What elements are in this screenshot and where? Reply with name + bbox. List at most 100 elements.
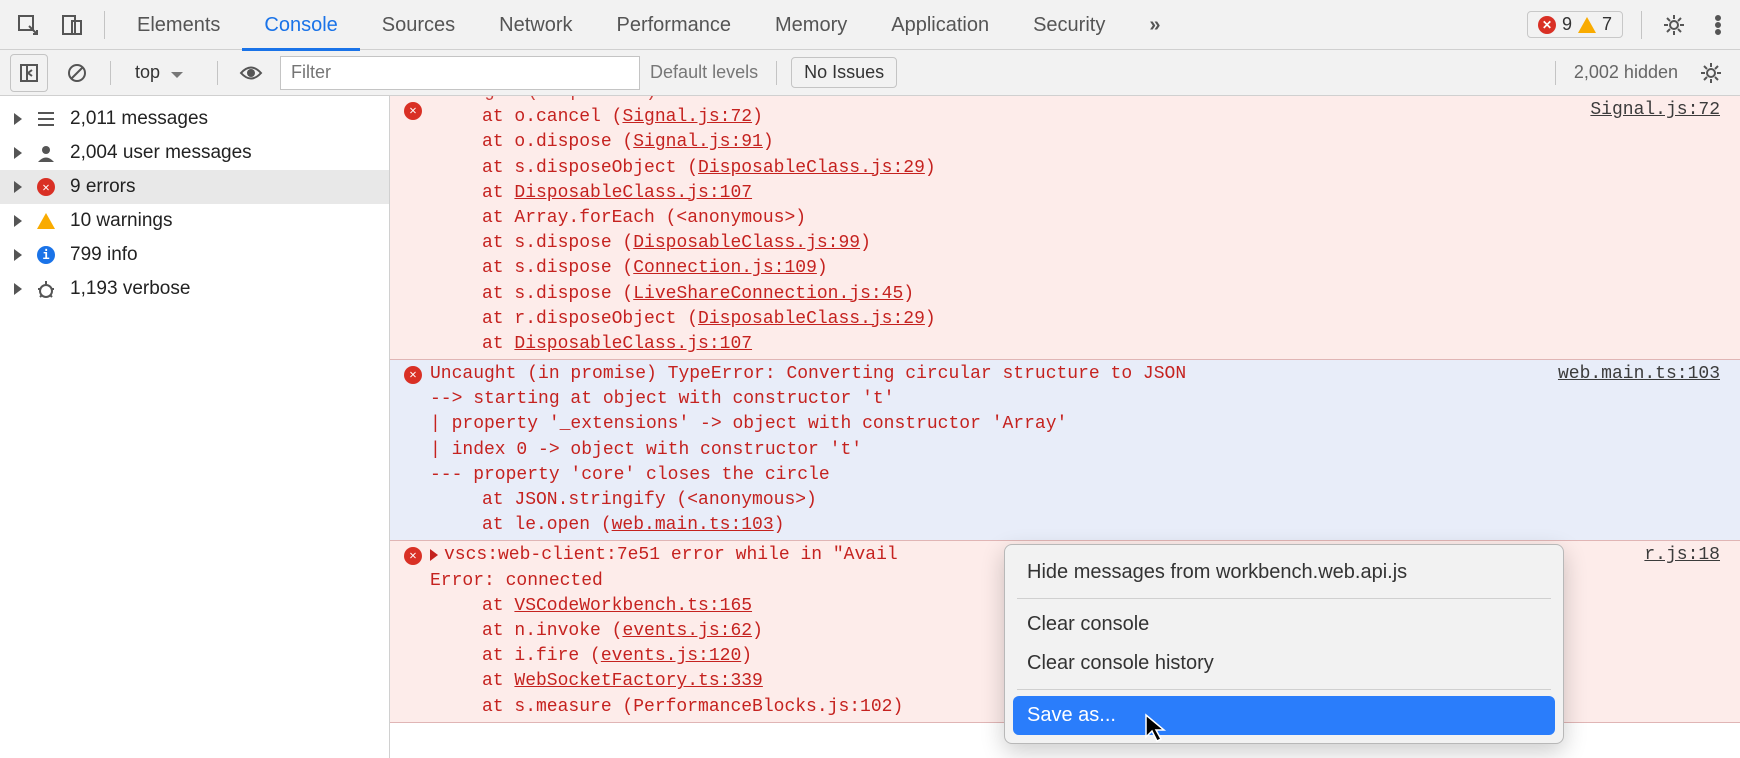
context-menu-item[interactable]: Clear console [1013,605,1555,644]
devtools-tab-bar: Elements Console Sources Network Perform… [0,0,1740,50]
chevron-right-icon [14,283,22,295]
error-icon: ✕ [404,366,422,384]
error-icon: ✕ [404,102,422,120]
source-link[interactable]: DisposableClass.js:107 [514,183,752,203]
chevron-right-icon [14,181,22,193]
sidebar-item-list[interactable]: 2,011 messages [0,102,389,136]
tab-memory[interactable]: Memory [753,0,869,50]
message-body-line: | property '_extensions' -> object with … [430,412,1558,437]
tab-network[interactable]: Network [477,0,594,50]
console-message[interactable]: ✕Uncaught (in promise) Error at o.cancel… [390,96,1740,360]
stack-line: at le.open (web.main.ts:103) [482,513,1558,538]
message-source-link[interactable]: r.js:18 [1644,543,1720,568]
tab-elements[interactable]: Elements [115,0,242,50]
problem-counts[interactable]: ✕ 9 7 [1527,11,1623,38]
source-link[interactable]: LiveShareConnection.js:45 [633,284,903,304]
source-link[interactable]: web.main.ts:103 [612,515,774,535]
tab-console[interactable]: Console [242,0,359,50]
hidden-count: 2,002 hidden [1574,62,1678,83]
console-settings-gear-icon[interactable] [1692,54,1730,92]
issues-button[interactable]: No Issues [791,57,897,88]
sidebar-item-info[interactable]: i799 info [0,238,389,272]
log-level-select[interactable]: Default levels [650,62,762,83]
clear-console-icon[interactable] [58,54,96,92]
divider [1017,598,1551,599]
sidebar-item-error[interactable]: ✕ 9 errors [0,170,389,204]
kebab-menu-icon[interactable] [1696,3,1740,47]
source-link[interactable]: Signal.js:91 [633,132,763,152]
sidebar-item-bug[interactable]: 1,193 verbose [0,272,389,306]
message-body-line: --- property 'core' closes the circle [430,463,1558,488]
settings-gear-icon[interactable] [1652,3,1696,47]
chevron-right-icon [14,249,22,261]
divider [1017,689,1551,690]
info-icon: i [34,246,58,264]
source-link[interactable]: DisposableClass.js:99 [633,233,860,253]
message-headline: vscs:web-client:7e51 error while in "Ava… [444,545,898,565]
expand-icon[interactable] [430,549,438,561]
message-source-link[interactable]: web.main.ts:103 [1558,362,1720,387]
inspect-element-icon[interactable] [6,3,50,47]
message-source-link[interactable]: Signal.js:72 [1590,98,1720,123]
toggle-sidebar-icon[interactable] [10,54,48,92]
tab-sources[interactable]: Sources [360,0,477,50]
execution-context-value: top [135,62,160,82]
source-link[interactable]: DisposableClass.js:29 [698,158,925,178]
tab-overflow[interactable]: » [1127,0,1182,50]
stack-line: at r.disposeObject (DisposableClass.js:2… [482,307,1590,332]
sidebar-item-warn[interactable]: 10 warnings [0,204,389,238]
console-toolbar: top Default levels No Issues 2,002 hidde… [0,50,1740,96]
source-link[interactable]: DisposableClass.js:29 [698,309,925,329]
source-link[interactable]: events.js:120 [601,646,741,666]
source-link[interactable]: Signal.js:72 [622,107,752,127]
source-link[interactable]: Connection.js:109 [633,258,817,278]
live-expression-eye-icon[interactable] [232,54,270,92]
warning-count: 7 [1602,14,1612,35]
source-link[interactable]: WebSocketFactory.ts:339 [514,671,762,691]
divider [1555,61,1556,85]
chevron-right-icon [14,215,22,227]
stack-line: at s.dispose (LiveShareConnection.js:45) [482,282,1590,307]
execution-context-select[interactable]: top [125,58,203,87]
message-body-line: | index 0 -> object with constructor 't' [430,438,1558,463]
sidebar-item-label: 10 warnings [70,210,172,232]
bug-icon [34,279,58,299]
divider [110,61,111,85]
stack-line: at DisposableClass.js:107 [482,181,1590,206]
chevron-right-icon [14,147,22,159]
error-icon: ✕ [34,178,58,196]
user-icon [34,143,58,163]
error-count: 9 [1562,14,1572,35]
device-mode-icon[interactable] [50,3,94,47]
stack-line: at s.disposeObject (DisposableClass.js:2… [482,156,1590,181]
sidebar-item-user[interactable]: 2,004 user messages [0,136,389,170]
sidebar-item-label: 9 errors [70,176,135,198]
warning-icon [1578,17,1596,33]
context-menu-item[interactable]: Save as... [1013,696,1555,735]
chevron-right-icon [14,113,22,125]
stack-line: at DisposableClass.js:107 [482,332,1590,357]
sidebar-item-label: 2,004 user messages [70,142,252,164]
error-icon: ✕ [404,547,422,565]
stack-line: at s.dispose (Connection.js:109) [482,256,1590,281]
tab-application[interactable]: Application [869,0,1011,50]
source-link[interactable]: events.js:62 [622,621,752,641]
divider [776,61,777,85]
chevron-down-icon [171,72,183,78]
source-link[interactable]: VSCodeWorkbench.ts:165 [514,596,752,616]
tab-performance[interactable]: Performance [595,0,754,50]
list-icon [34,110,58,128]
log-level-label: Default levels [650,62,758,83]
message-body-line: --> starting at object with constructor … [430,387,1558,412]
error-icon: ✕ [1538,16,1556,34]
source-link[interactable]: DisposableClass.js:107 [514,334,752,354]
context-menu-item[interactable]: Clear console history [1013,644,1555,683]
message-headline: Uncaught (in promise) TypeError: Convert… [430,364,1186,384]
console-message[interactable]: ✕ Uncaught (in promise) TypeError: Conver… [390,360,1740,541]
filter-input[interactable] [280,56,640,90]
divider [104,11,105,39]
context-menu-item[interactable]: Hide messages from workbench.web.api.js [1013,553,1555,592]
divider [217,61,218,85]
tab-security[interactable]: Security [1011,0,1127,50]
stack-line: at o.cancel (Signal.js:72) [482,105,1590,130]
